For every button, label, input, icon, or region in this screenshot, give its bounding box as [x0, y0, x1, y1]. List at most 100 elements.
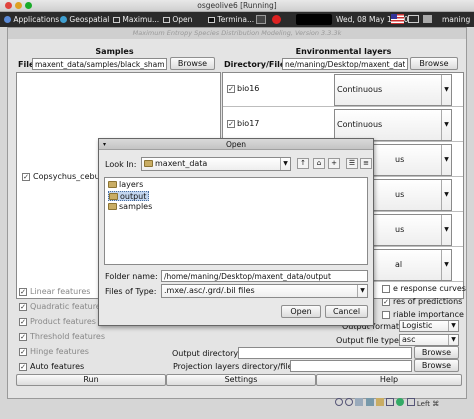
usb-icon[interactable]	[355, 398, 364, 406]
folder-icon	[144, 160, 153, 167]
chevron-down-icon: ▼	[280, 158, 290, 170]
species-checkbox[interactable]: ✓	[22, 173, 30, 181]
quadratic-features-label: Quadratic features	[30, 302, 105, 311]
folder-item[interactable]: layers	[108, 180, 145, 190]
taskbar-item-open[interactable]: Open	[163, 12, 192, 27]
product-features-label: Product features	[30, 317, 96, 326]
home-icon[interactable]: ⌂	[313, 158, 325, 169]
cancel-button[interactable]: Cancel	[325, 305, 368, 318]
open-dialog: ▾ Open Look In: maxent_data ▼ ↑ ⌂ + ☰ ≡ …	[98, 138, 374, 326]
host-key-label: Left ⌘	[416, 400, 440, 408]
terminal-icon	[208, 17, 215, 23]
quadratic-features-checkbox[interactable]: ✓	[19, 303, 27, 311]
window-icon	[163, 17, 170, 23]
chevron-down-icon: ▼	[441, 215, 451, 245]
minimize-window-button[interactable]	[15, 2, 22, 9]
projection-browse-button[interactable]: Browse	[414, 359, 459, 372]
folder-name-input[interactable]	[161, 270, 368, 282]
look-in-select[interactable]: maxent_data ▼	[141, 157, 291, 171]
product-features-checkbox[interactable]: ✓	[19, 318, 27, 326]
env-layer-type-select[interactable]: Continuous ▼	[334, 109, 452, 141]
variable-importance-checkbox[interactable]	[382, 311, 390, 319]
folder-icon	[108, 181, 117, 188]
chevron-down-icon: ▼	[441, 250, 451, 280]
env-layer-checkbox[interactable]: ✓	[227, 85, 235, 93]
run-button[interactable]: Run	[16, 374, 166, 386]
up-one-level-icon[interactable]: ↑	[297, 158, 309, 169]
hinge-features-checkbox[interactable]: ✓	[19, 348, 27, 356]
auto-features-checkbox[interactable]: ✓	[19, 363, 27, 371]
shared-folder-icon[interactable]	[375, 398, 384, 406]
mouse-integration-icon[interactable]	[406, 398, 415, 406]
taskbar-item-terminal[interactable]: Termina...	[208, 12, 254, 27]
env-browse-button[interactable]: Browse	[410, 57, 458, 70]
output-directory-browse-button[interactable]: Browse	[414, 346, 459, 359]
threshold-features-label: Threshold features	[30, 332, 106, 341]
help-button[interactable]: Help	[316, 374, 462, 386]
zoom-window-button[interactable]	[25, 2, 32, 9]
look-in-label: Look In:	[105, 160, 137, 169]
env-dir-input[interactable]	[282, 58, 408, 70]
env-dir-label: Directory/File	[224, 60, 286, 69]
projection-layers-label: Projection layers directory/file	[173, 362, 293, 371]
user-menu[interactable]: maning	[442, 12, 470, 27]
applications-menu[interactable]: Applications	[4, 12, 59, 27]
env-layers-header: Environmental layers	[295, 47, 392, 56]
output-file-type-label: Output file type	[336, 336, 399, 345]
display-icon[interactable]	[386, 398, 395, 406]
output-directory-label: Output directory	[172, 349, 239, 358]
taskbar-item-maxent[interactable]: Maximu...	[113, 12, 159, 27]
threshold-features-checkbox[interactable]: ✓	[19, 333, 27, 341]
dialog-menu-icon[interactable]: ▾	[103, 139, 106, 150]
vm-window-title: osgeolive6 [Running]	[197, 1, 277, 10]
linear-features-label: Linear features	[30, 287, 91, 296]
pictures-predictions-label: res of predictions	[393, 297, 463, 306]
network-adapter-icon[interactable]	[365, 398, 374, 406]
details-view-icon[interactable]: ≡	[360, 158, 372, 169]
chevron-down-icon: ▼	[441, 145, 451, 175]
response-curves-label: e response curves	[393, 284, 466, 293]
variable-importance-label: riable importance	[393, 310, 464, 319]
response-curves-checkbox[interactable]	[382, 285, 390, 293]
file-list[interactable]: layers output samples	[104, 177, 368, 265]
settings-button[interactable]: Settings	[166, 374, 316, 386]
samples-header: Samples	[95, 47, 134, 56]
volume-icon[interactable]	[423, 15, 432, 23]
capture-icon[interactable]	[396, 398, 405, 406]
linear-features-checkbox[interactable]: ✓	[19, 288, 27, 296]
us-flag-icon[interactable]	[391, 14, 404, 24]
pictures-predictions-checkbox[interactable]: ✓	[382, 298, 390, 306]
open-button[interactable]: Open	[281, 305, 321, 318]
chevron-down-icon: ▼	[448, 335, 458, 345]
files-of-type-select[interactable]: .mxe/.asc/.grd/.bil files ▼	[161, 284, 368, 298]
chevron-down-icon: ▼	[441, 110, 451, 140]
folder-item[interactable]: samples	[108, 202, 154, 212]
host-status-bar: Left ⌘	[335, 398, 439, 410]
samples-file-input[interactable]	[32, 58, 167, 70]
network-icon[interactable]	[256, 15, 266, 24]
maxent-title: Maximum Entropy Species Distribution Mod…	[8, 28, 466, 39]
globe-icon	[60, 16, 67, 23]
power-off-icon[interactable]	[272, 15, 281, 24]
geospatial-menu[interactable]: Geospatial	[60, 12, 109, 27]
chevron-down-icon: ▼	[441, 180, 451, 210]
output-directory-input[interactable]	[238, 347, 412, 359]
folder-item-selected[interactable]: output	[108, 191, 150, 201]
mail-icon[interactable]	[408, 15, 419, 23]
close-window-button[interactable]	[5, 2, 12, 9]
cd-icon[interactable]	[345, 398, 354, 406]
env-layer-name: bio16	[237, 84, 260, 93]
env-layer-checkbox[interactable]: ✓	[227, 120, 235, 128]
output-format-select[interactable]: Logistic ▼	[399, 320, 459, 332]
env-layer-type-select[interactable]: Continuous ▼	[334, 74, 452, 106]
projection-layers-input[interactable]	[290, 360, 412, 372]
chevron-down-icon: ▼	[441, 75, 451, 105]
auto-features-label: Auto features	[30, 362, 85, 371]
guest-top-panel: Applications Geospatial Maximu... Open T…	[0, 12, 474, 27]
list-view-icon[interactable]: ☰	[346, 158, 358, 169]
samples-browse-button[interactable]: Browse	[170, 57, 215, 70]
hdd-icon[interactable]	[335, 398, 343, 406]
new-folder-icon[interactable]: +	[328, 158, 340, 169]
open-dialog-titlebar: ▾ Open	[99, 139, 373, 150]
output-file-type-select[interactable]: asc ▼	[399, 334, 459, 346]
